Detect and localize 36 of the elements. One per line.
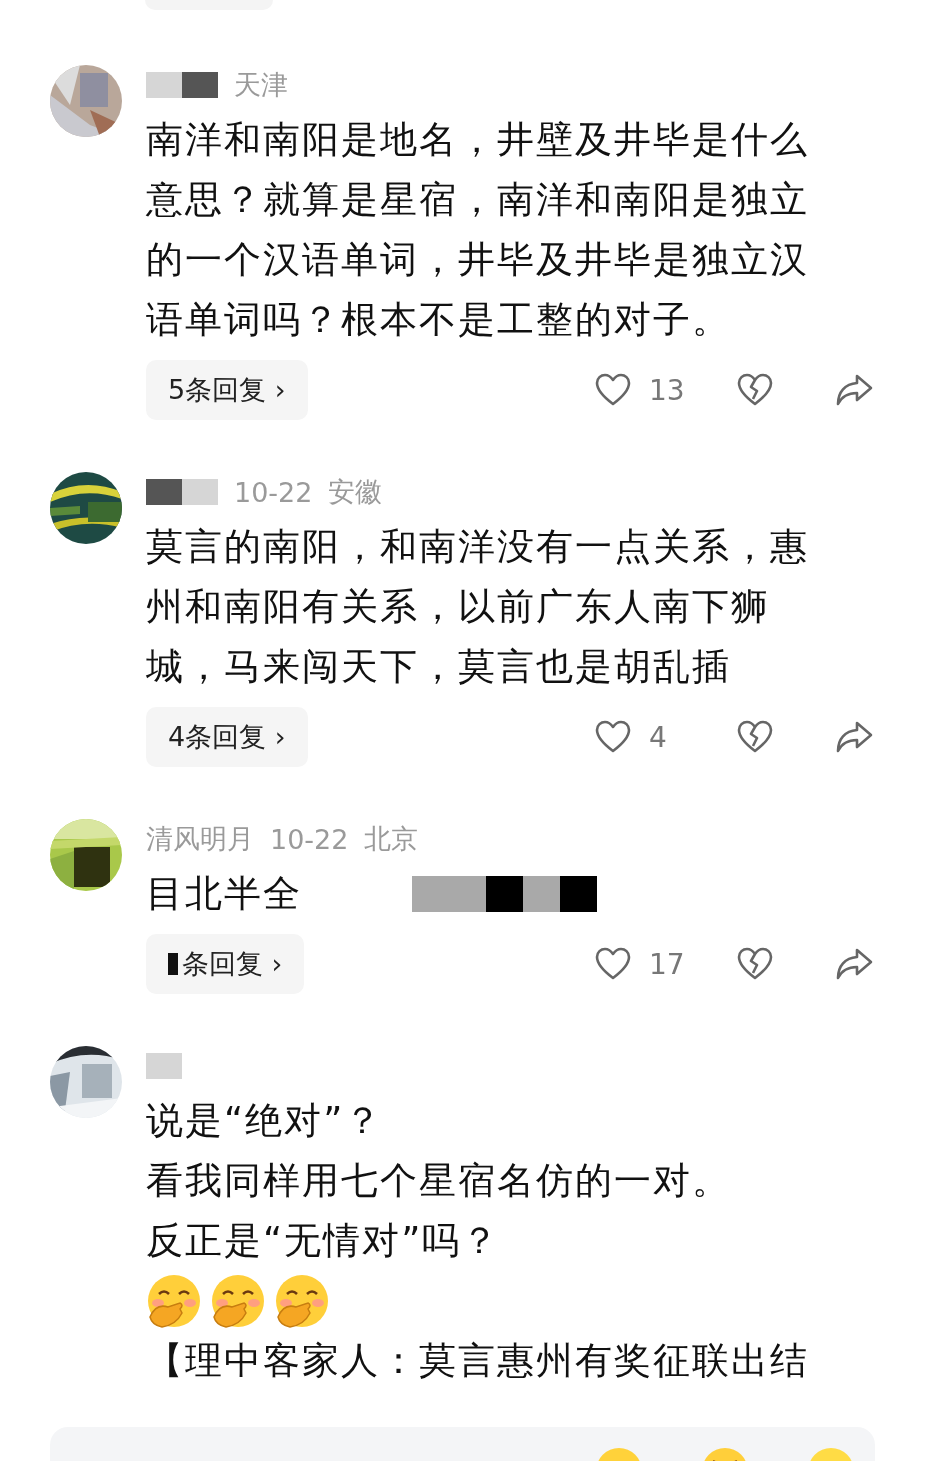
share-icon[interactable] <box>835 947 873 981</box>
comment-text: 说是“绝对”？ <box>146 1098 384 1144</box>
comment-meta: 10-22 <box>270 823 349 855</box>
comment-meta: 安徽 <box>328 475 383 509</box>
emoji-icon <box>146 1273 202 1329</box>
comment-text: 看我同样用七个星宿名仿的一对。 <box>146 1158 731 1204</box>
comment-text: 莫言的南阳，和南洋没有一点关系，惠 <box>146 524 809 570</box>
comment-text: 城，马来闯天下，莫言也是胡乱插 <box>146 644 731 690</box>
share-icon[interactable] <box>835 373 873 407</box>
emoji-icon <box>210 1273 266 1329</box>
comment-text: 意思？就算是星宿，南洋和南阳是独立 <box>146 177 809 223</box>
comment-text: 目北半全 <box>146 871 302 917</box>
comment-text: 州和南阳有关系，以前广东人南下狮 <box>146 584 770 630</box>
like-count: 13 <box>649 373 685 407</box>
emoji-icon <box>274 1273 330 1329</box>
share-icon[interactable] <box>835 720 873 754</box>
comment-text: 南洋和南阳是地名，井壁及井毕是什么 <box>146 117 809 163</box>
broken-heart-icon[interactable] <box>737 373 773 407</box>
comment-text: 的一个汉语单词，井毕及井毕是独立汉 <box>146 237 809 283</box>
broken-heart-icon[interactable] <box>737 947 773 981</box>
comment-meta: 天津 <box>234 68 288 102</box>
comment-meta: 清风明月 <box>146 822 254 856</box>
heart-icon[interactable] <box>595 373 631 407</box>
replies-button[interactable]: 4条回复 › <box>146 707 308 767</box>
like-count: 17 <box>649 947 685 981</box>
replies-button[interactable]: 条回复 › <box>146 934 305 994</box>
comment-text: 反正是“无情对”吗？ <box>146 1218 501 1264</box>
heart-icon[interactable] <box>595 720 631 754</box>
comment-text: 语单词吗？根本不是工整的对子。 <box>146 297 731 343</box>
comment-meta: 10-22 <box>234 476 313 508</box>
like-count: 4 <box>649 720 667 754</box>
broken-heart-icon[interactable] <box>737 720 773 754</box>
comment-text: 【理中客家人：莫言惠州有奖征联出结 <box>146 1338 809 1384</box>
heart-icon[interactable] <box>595 947 631 981</box>
replies-button[interactable]: 5条回复 › <box>146 360 308 420</box>
comment-meta: 北京 <box>364 822 419 856</box>
